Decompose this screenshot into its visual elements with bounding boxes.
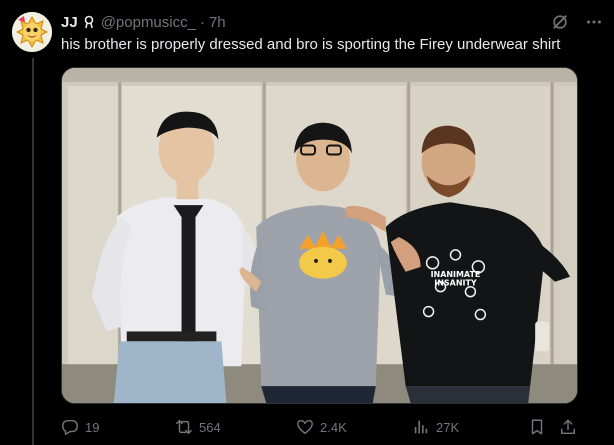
photo-three-men-icon: INANIMATE INSANITY [62,68,577,403]
avatar-cartoon-face-icon [12,12,52,52]
user-handle[interactable]: @popmusicc_ [101,14,196,31]
display-name[interactable]: JJ [61,14,78,31]
share-icon [560,419,576,435]
reply-button[interactable]: 19 [61,418,99,436]
heart-icon [297,419,313,435]
timestamp[interactable]: 7h [209,14,226,31]
share-button[interactable] [559,418,577,436]
grok-icon[interactable] [550,12,570,32]
bookmark-icon [531,419,543,435]
bookmark-button[interactable] [528,418,546,436]
tweet-photo[interactable]: INANIMATE INSANITY [61,67,578,404]
avatar[interactable] [12,12,52,52]
repost-count: 564 [199,419,221,435]
rune-badge-icon [81,14,97,30]
views-chart-icon [414,420,428,434]
tweet-text: his brother is properly dressed and bro … [61,36,561,53]
tweet-header: JJ @popmusicc_ · 7h [61,12,604,32]
reply-icon [62,419,78,435]
repost-button[interactable]: 564 [175,418,221,436]
like-button[interactable]: 2.4K [296,418,347,436]
shirt-logo-line-2: INSANITY [434,279,477,288]
view-count: 27K [436,419,460,435]
reply-count: 19 [85,419,100,435]
repost-icon [176,419,192,435]
more-options-icon[interactable] [584,12,604,32]
thread-line [32,58,34,445]
shirt-logo-line-1: INANIMATE [431,270,481,279]
views-button[interactable]: 27K [412,418,459,436]
separator-dot: · [199,13,205,31]
action-bar: 19 564 2.4K 27K [61,417,578,437]
like-count: 2.4K [320,419,347,435]
